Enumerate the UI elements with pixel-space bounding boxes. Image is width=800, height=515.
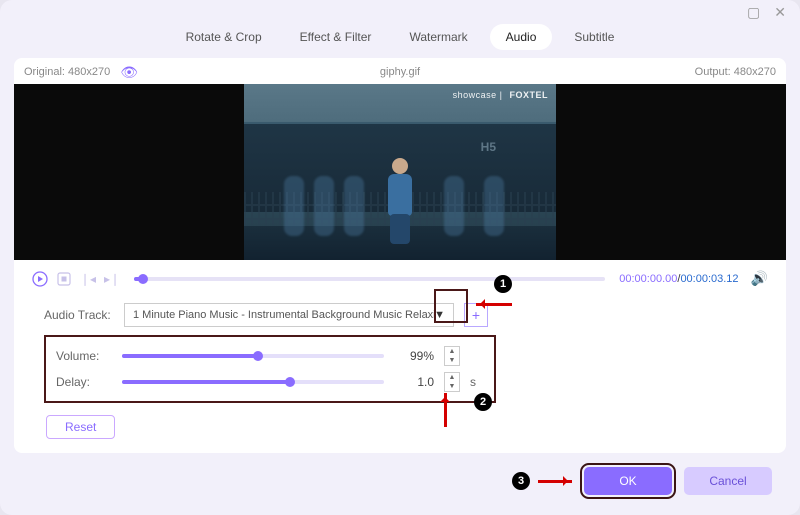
cancel-button[interactable]: Cancel xyxy=(684,467,772,495)
chevron-down-icon: ▼ xyxy=(434,309,445,321)
time-duration: 00:00:03.12 xyxy=(680,273,738,285)
delay-value: 1.0 xyxy=(394,375,434,389)
play-icon[interactable] xyxy=(32,271,48,287)
volume-spinner[interactable]: ▲▼ xyxy=(444,346,460,366)
volume-icon[interactable]: 🔊 xyxy=(751,270,768,287)
close-icon[interactable]: ✕ xyxy=(774,5,786,19)
delay-unit: s xyxy=(470,375,484,389)
next-frame-icon[interactable]: ▸❘ xyxy=(104,271,120,287)
pillarbox-right xyxy=(556,84,786,260)
video-frame[interactable]: H5 showcase | FOXTEL xyxy=(244,84,556,260)
pillarbox-left xyxy=(14,84,244,260)
volume-value: 99% xyxy=(394,349,434,363)
tab-subtitle[interactable]: Subtitle xyxy=(558,24,630,50)
editor-window: ▢ ✕ Rotate & Crop Effect & Filter Waterm… xyxy=(0,0,800,515)
filename-label: giphy.gif xyxy=(380,66,420,78)
content-panel: Original: 480x270 👁 giphy.gif Output: 48… xyxy=(14,58,786,453)
frame-overlay-text: H5 xyxy=(481,140,496,154)
sliders-group: Volume: 99% ▲▼ Delay: 1.0 ▲▼ s xyxy=(44,335,496,403)
window-titlebar: ▢ ✕ xyxy=(0,0,800,20)
time-display: 00:00:00.00/00:00:03.12 xyxy=(619,273,738,285)
original-size-label: Original: 480x270 xyxy=(24,66,110,78)
seek-bar[interactable] xyxy=(134,277,605,281)
delay-label: Delay: xyxy=(56,375,112,389)
tab-watermark[interactable]: Watermark xyxy=(393,24,483,50)
compare-eye-icon[interactable]: 👁 xyxy=(120,64,138,81)
volume-slider[interactable] xyxy=(122,354,384,358)
volume-label: Volume: xyxy=(56,349,112,363)
delay-slider[interactable] xyxy=(122,380,384,384)
video-watermark: showcase | FOXTEL xyxy=(453,90,548,100)
output-size-label: Output: 480x270 xyxy=(695,66,776,78)
video-preview: H5 showcase | FOXTEL xyxy=(14,84,786,260)
player-controls: ❘◂ ▸❘ 00:00:00.00/00:00:03.12 🔊 xyxy=(14,260,786,293)
annotation-arrow-3 xyxy=(538,480,572,483)
audio-track-value: 1 Minute Piano Music - Instrumental Back… xyxy=(133,309,434,321)
meta-bar: Original: 480x270 👁 giphy.gif Output: 48… xyxy=(14,58,786,82)
tab-effect-filter[interactable]: Effect & Filter xyxy=(284,24,388,50)
prev-frame-icon[interactable]: ❘◂ xyxy=(80,271,96,287)
audio-track-label: Audio Track: xyxy=(44,308,124,322)
delay-spinner[interactable]: ▲▼ xyxy=(444,372,460,392)
dialog-footer: 3 OK Cancel xyxy=(512,467,772,495)
time-current: 00:00:00.00 xyxy=(619,273,677,285)
tab-bar: Rotate & Crop Effect & Filter Watermark … xyxy=(0,24,800,50)
add-track-button[interactable]: + xyxy=(464,303,488,327)
audio-controls: Audio Track: 1 Minute Piano Music - Inst… xyxy=(14,293,786,439)
annotation-number-3: 3 xyxy=(512,472,530,490)
maximize-icon[interactable]: ▢ xyxy=(747,5,760,19)
stop-icon[interactable] xyxy=(56,271,72,287)
tab-audio[interactable]: Audio xyxy=(490,24,553,50)
ok-button[interactable]: OK xyxy=(584,467,672,495)
reset-button[interactable]: Reset xyxy=(46,415,115,439)
tab-rotate-crop[interactable]: Rotate & Crop xyxy=(170,24,278,50)
audio-track-dropdown[interactable]: 1 Minute Piano Music - Instrumental Back… xyxy=(124,303,454,327)
